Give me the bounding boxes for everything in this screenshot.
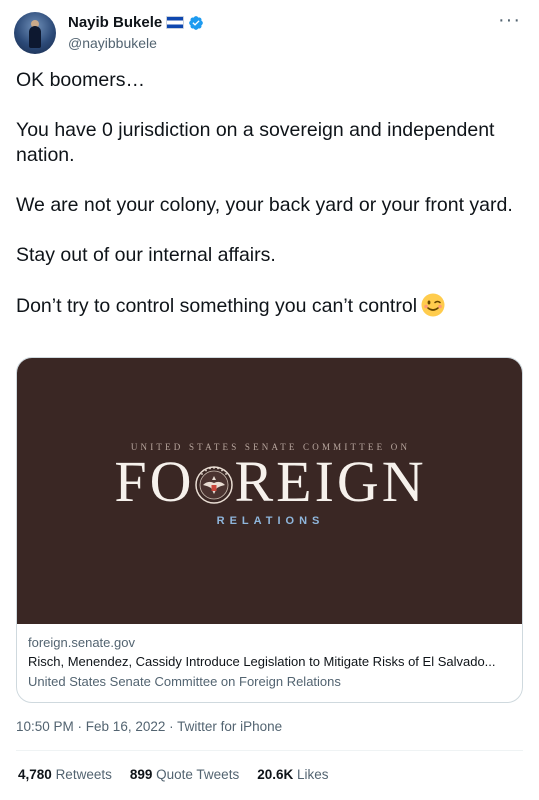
retweets-count: 4,780 (18, 767, 52, 782)
quote-tweets-stat[interactable]: 899 Quote Tweets (130, 767, 239, 782)
card-image-relations: RELATIONS (216, 515, 325, 527)
card-domain: foreign.senate.gov (28, 635, 135, 650)
link-card[interactable]: UNITED STATES SENATE COMMITTEE ON FO REI… (16, 357, 523, 703)
tweet-text: OK boomers… You have 0 jurisdiction on a… (16, 68, 528, 319)
divider (16, 750, 523, 751)
likes-label: Likes (297, 767, 329, 782)
card-image-wordmark: FO REIGN (17, 449, 522, 514)
senate-seal-icon (195, 466, 234, 504)
engagement-stats: 4,780 Retweets 899 Quote Tweets 20.6K Li… (18, 767, 329, 782)
tweet-paragraph-last: Don’t try to control something you can’t… (16, 293, 528, 319)
tweet-paragraph: Stay out of our internal affairs. (16, 244, 276, 266)
card-description: United States Senate Committee on Foreig… (28, 674, 341, 689)
likes-count: 20.6K (257, 767, 294, 782)
likes-stat[interactable]: 20.6K Likes (257, 767, 328, 782)
winking-face-icon (421, 293, 445, 317)
retweets-stat[interactable]: 4,780 Retweets (18, 767, 112, 782)
tweet-paragraph: We are not your colony, your back yard o… (16, 194, 513, 216)
card-meta[interactable]: foreign.senate.gov Risch, Menendez, Cass… (28, 634, 513, 692)
display-name[interactable]: Nayib Bukele (68, 14, 162, 31)
tweet-paragraph-text: Don’t try to control something you can’t… (16, 295, 418, 317)
tweet: Nayib Bukele @nayibbukele ··· OK boomers… (0, 0, 539, 800)
retweets-label: Retweets (55, 767, 112, 782)
card-title: Risch, Menendez, Cassidy Introduce Legis… (28, 654, 496, 669)
wordmark-left: FO (114, 449, 195, 514)
card-image[interactable]: UNITED STATES SENATE COMMITTEE ON FO REI… (17, 358, 522, 624)
tweet-source[interactable]: Twitter for iPhone (177, 719, 282, 734)
avatar-figure (29, 26, 41, 48)
quotes-count: 899 (129, 767, 153, 782)
wordmark-right: REIGN (234, 449, 427, 514)
tweet-date[interactable]: Feb 16, 2022 (86, 719, 166, 734)
tweet-paragraph: You have 0 jurisdiction on a sovereign a… (16, 119, 495, 166)
verified-badge-icon (189, 15, 204, 30)
tweet-time[interactable]: 10:50 PM (16, 719, 74, 734)
author-name-row: Nayib Bukele (68, 14, 204, 31)
tweet-paragraph: OK boomers… (16, 69, 145, 91)
author-handle[interactable]: @nayibbukele (68, 35, 157, 51)
tweet-meta: 10:50 PM · Feb 16, 2022 · Twitter for iP… (16, 719, 282, 734)
meta-separator: · (165, 719, 178, 734)
avatar[interactable] (14, 12, 56, 54)
el-salvador-flag-icon (166, 16, 185, 29)
meta-separator: · (73, 719, 86, 734)
more-options-icon[interactable]: ··· (498, 10, 521, 30)
quotes-label: Quote Tweets (156, 767, 240, 782)
